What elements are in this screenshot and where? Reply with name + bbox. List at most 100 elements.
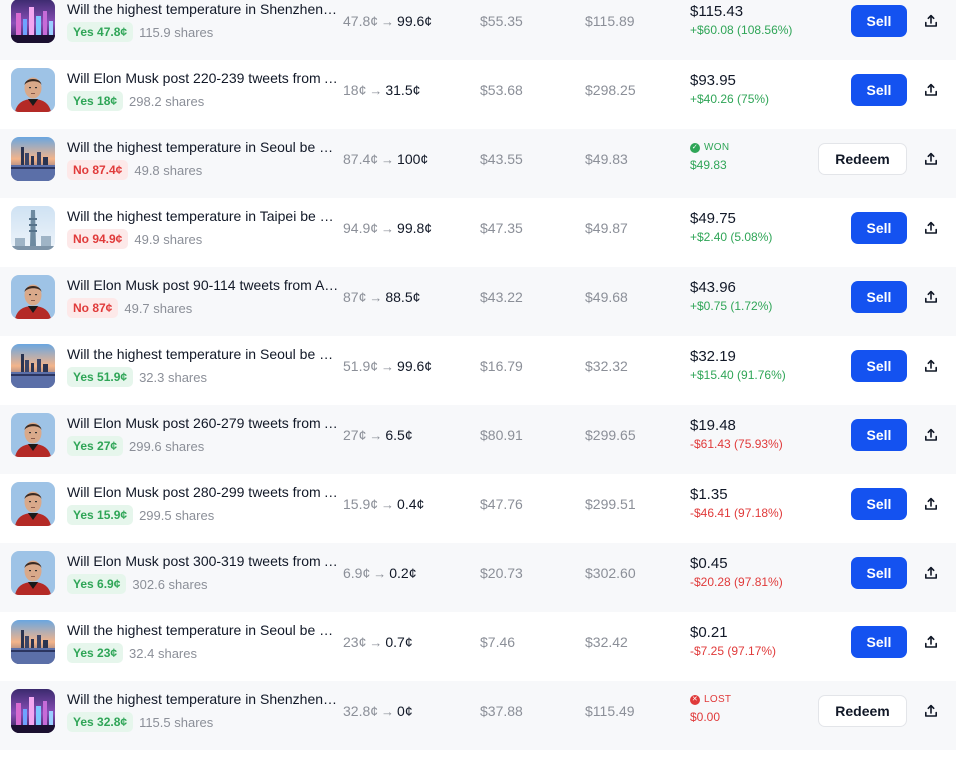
market-title[interactable]: Will the highest temperature in Taipei b… [67, 208, 339, 224]
price-change: 32.8¢ → 0¢ [343, 681, 413, 741]
sell-button[interactable]: Sell [851, 488, 907, 520]
outcome-badge: Yes 15.9¢ [67, 505, 134, 525]
status-amount: $49.83 [690, 158, 727, 172]
outcome-badge: No 94.9¢ [67, 229, 129, 249]
position-row[interactable]: Will Elon Musk post 260-279 tweets from … [0, 405, 956, 474]
position-row[interactable]: Will Elon Musk post 220-239 tweets from … [0, 60, 956, 129]
position-row[interactable]: Will Elon Musk post 90-114 tweets from A… [0, 267, 956, 336]
sell-button[interactable]: Sell [851, 419, 907, 451]
sell-button[interactable]: Sell [851, 626, 907, 658]
position-outcome: Yes 32.8¢ 115.5 shares [67, 712, 213, 732]
arrow-right-icon: → [369, 427, 383, 443]
market-thumbnail[interactable] [11, 482, 55, 526]
resolution-status: ✓ WON $49.83 [690, 141, 729, 173]
arrow-right-icon: → [381, 703, 395, 719]
cost-value: $55.35 [480, 13, 523, 29]
sell-button[interactable]: Sell [851, 74, 907, 106]
sell-button[interactable]: Sell [851, 557, 907, 589]
position-row[interactable]: Will the highest temperature in Shenzhen… [0, 0, 956, 60]
outcome-badge: Yes 23¢ [67, 643, 124, 663]
market-title[interactable]: Will the highest temperature in Shenzhen… [67, 1, 339, 17]
market-thumbnail[interactable] [11, 206, 55, 250]
outcome-badge: Yes 27¢ [67, 436, 124, 456]
current-value: $1.35 -$46.41 (97.18%) [690, 486, 783, 521]
market-title[interactable]: Will the highest temperature in Seoul be… [67, 346, 339, 362]
market-thumbnail[interactable] [11, 344, 55, 388]
current-value: $0.21 -$7.25 (97.17%) [690, 624, 776, 659]
to-win-value: $49.68 [585, 289, 628, 305]
outcome-badge: Yes 47.8¢ [67, 22, 134, 42]
market-thumbnail[interactable] [11, 275, 55, 319]
position-outcome: Yes 15.9¢ 299.5 shares [67, 505, 214, 525]
current-value-amount: $115.43 [690, 3, 744, 20]
current-value-amount: $32.19 [690, 348, 736, 365]
current-value-amount: $93.95 [690, 72, 736, 89]
position-row[interactable]: Will the highest temperature in Seoul be… [0, 612, 956, 681]
position-row[interactable]: Will the highest temperature in Seoul be… [0, 129, 956, 198]
price-change: 47.8¢ → 99.6¢ [343, 0, 432, 51]
price-change: 15.9¢ → 0.4¢ [343, 474, 424, 534]
share-upload-icon[interactable] [922, 219, 940, 237]
market-title[interactable]: Will Elon Musk post 300-319 tweets from … [67, 553, 339, 569]
to-win-value: $115.49 [585, 703, 635, 719]
cost-value: $80.91 [480, 427, 523, 443]
redeem-button[interactable]: Redeem [818, 143, 907, 175]
current-price: 0.4¢ [397, 496, 425, 512]
share-upload-icon[interactable] [922, 702, 940, 720]
position-row[interactable]: Will the highest temperature in Taipei b… [0, 198, 956, 267]
sell-button[interactable]: Sell [851, 350, 907, 382]
to-win-value: $49.87 [585, 220, 628, 236]
status-text: WON [704, 142, 730, 153]
outcome-badge: Yes 18¢ [67, 91, 124, 111]
current-value: $115.43 +$60.08 (108.56%) [690, 3, 792, 38]
market-thumbnail[interactable] [11, 551, 55, 595]
market-thumbnail[interactable] [11, 68, 55, 112]
shares-count: 49.7 shares [124, 300, 193, 316]
share-upload-icon[interactable] [922, 426, 940, 444]
check-circle-icon: ✓ [690, 143, 700, 153]
arrow-right-icon: → [369, 82, 383, 98]
market-title[interactable]: Will Elon Musk post 260-279 tweets from … [67, 415, 339, 431]
sell-button[interactable]: Sell [851, 281, 907, 313]
share-upload-icon[interactable] [922, 12, 940, 30]
arrow-right-icon: → [369, 289, 383, 305]
current-value-amount: $43.96 [690, 279, 736, 296]
sell-button[interactable]: Sell [851, 5, 907, 37]
avg-price: 27¢ [343, 427, 367, 443]
market-title[interactable]: Will Elon Musk post 90-114 tweets from A… [67, 277, 339, 293]
share-upload-icon[interactable] [922, 564, 940, 582]
market-thumbnail[interactable] [11, 137, 55, 181]
market-title[interactable]: Will the highest temperature in Seoul be… [67, 622, 339, 638]
arrow-right-icon: → [381, 358, 395, 374]
share-upload-icon[interactable] [922, 633, 940, 651]
status-text: LOST [704, 694, 732, 705]
share-upload-icon[interactable] [922, 81, 940, 99]
current-value: $32.19 +$15.40 (91.76%) [690, 348, 786, 383]
position-outcome: Yes 23¢ 32.4 shares [67, 643, 197, 663]
market-thumbnail[interactable] [11, 413, 55, 457]
pnl-change: +$40.26 (75%) [690, 92, 770, 106]
market-thumbnail[interactable] [11, 0, 55, 43]
market-title[interactable]: Will the highest temperature in Seoul be… [67, 139, 339, 155]
shares-count: 32.3 shares [139, 369, 207, 385]
share-upload-icon[interactable] [922, 357, 940, 375]
position-row[interactable]: Will the highest temperature in Shenzhen… [0, 681, 956, 750]
avg-price: 47.8¢ [343, 13, 379, 29]
market-title[interactable]: Will the highest temperature in Shenzhen… [67, 691, 339, 707]
price-change: 27¢ → 6.5¢ [343, 405, 413, 465]
redeem-button[interactable]: Redeem [818, 695, 907, 727]
market-title[interactable]: Will Elon Musk post 220-239 tweets from … [67, 70, 339, 86]
market-thumbnail[interactable] [11, 620, 55, 664]
share-upload-icon[interactable] [922, 150, 940, 168]
share-upload-icon[interactable] [922, 288, 940, 306]
market-title[interactable]: Will Elon Musk post 280-299 tweets from … [67, 484, 339, 500]
position-outcome: Yes 6.9¢ 302.6 shares [67, 574, 208, 594]
position-row[interactable]: Will the highest temperature in Seoul be… [0, 336, 956, 405]
market-thumbnail[interactable] [11, 689, 55, 733]
current-price: 31.5¢ [385, 82, 421, 98]
share-upload-icon[interactable] [922, 495, 940, 513]
position-row[interactable]: Will Elon Musk post 300-319 tweets from … [0, 543, 956, 612]
sell-button[interactable]: Sell [851, 212, 907, 244]
position-row[interactable]: Will Elon Musk post 280-299 tweets from … [0, 474, 956, 543]
current-price: 0.7¢ [385, 634, 413, 650]
